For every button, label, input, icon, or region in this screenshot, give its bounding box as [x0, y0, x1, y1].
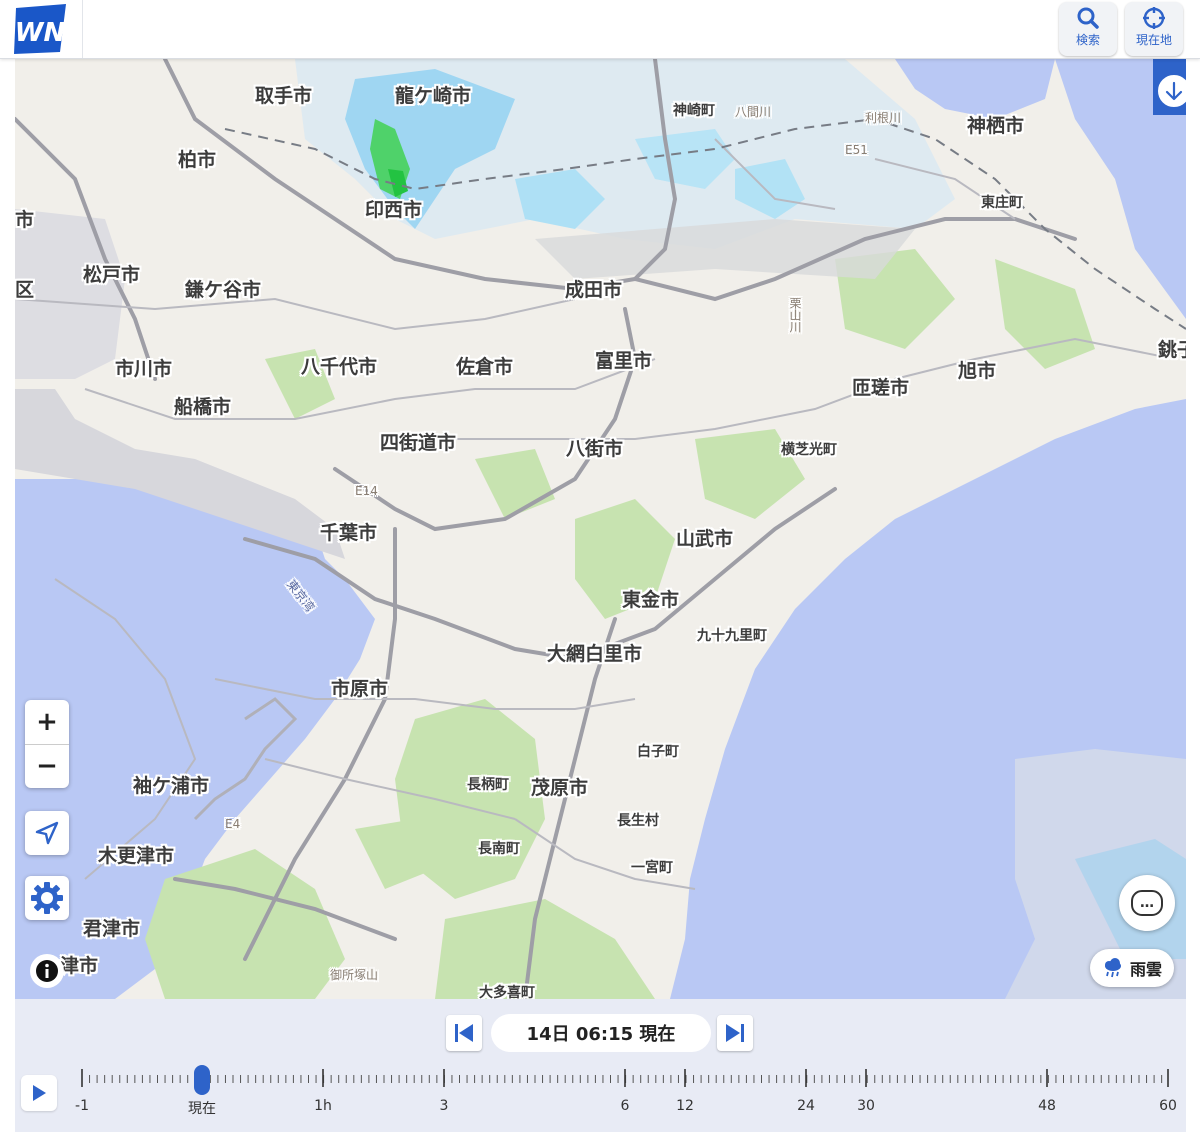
label-yotsukaido: 四街道市: [380, 432, 457, 454]
label-ichihara: 市原市: [331, 678, 389, 700]
label-route-e14: E14: [355, 484, 378, 498]
layer-label: 雨雲: [1129, 960, 1162, 979]
zoom-in-button[interactable]: +: [25, 700, 69, 745]
label-kisarazu: 木更津市: [98, 845, 175, 867]
panel-tab[interactable]: [1153, 59, 1186, 115]
timeline-scrubber[interactable]: [15, 1059, 1186, 1099]
weathernews-logo[interactable]: WN: [0, 0, 83, 58]
tick-label: 30: [857, 1098, 875, 1114]
label-route-e4: E4: [225, 817, 241, 831]
locate-me-button[interactable]: [25, 811, 69, 855]
navigation-arrow-icon: [35, 821, 59, 845]
label-tone-river: 利根川: [865, 111, 902, 125]
label-sanmu: 山武市: [676, 528, 734, 550]
label-asahi: 旭市: [958, 360, 997, 382]
label-mobara: 茂原市: [531, 777, 589, 799]
tick-label: 48: [1038, 1098, 1056, 1114]
search-label: 検索: [1075, 33, 1100, 47]
label-yachimata: 八街市: [566, 438, 624, 460]
gear-icon: [31, 882, 63, 914]
label-otaki: 大多喜町: [479, 985, 535, 999]
zoom-control: + −: [25, 700, 69, 788]
label-shirako: 白子町: [637, 744, 679, 760]
crosshair-icon: [1143, 7, 1165, 29]
label-kozaki: 神崎町: [673, 103, 715, 119]
tick-label: 12: [676, 1098, 694, 1114]
label-kujukuri: 九十九里町: [697, 628, 767, 644]
settings-button[interactable]: [25, 876, 69, 920]
info-icon: [36, 960, 58, 982]
label-inzai: 印西市: [365, 199, 423, 221]
label-togane: 東金市: [622, 589, 680, 611]
rain-cloud-icon: [1104, 958, 1121, 978]
label-tomisato: 富里市: [595, 350, 653, 372]
skip-forward-icon: [726, 1024, 744, 1042]
label-kamisu: 神栖市: [967, 115, 1025, 137]
label-higashisho: 東庄町: [981, 195, 1023, 211]
label-sodegaura: 袖ケ浦市: [133, 775, 210, 797]
label-ichikawa: 市川市: [115, 358, 173, 380]
label-kimitsu: 君津市: [83, 918, 141, 940]
label-oamishirasato: 大網白里市: [547, 643, 643, 665]
label-chonan: 長南町: [478, 841, 520, 857]
label-choshi: 銚子: [1158, 339, 1186, 361]
label-nagara: 長柄町: [467, 777, 509, 793]
current-location-button[interactable]: 現在地: [1125, 2, 1183, 56]
skip-to-end-button[interactable]: [717, 1015, 753, 1051]
label-kamagaya: 鎌ケ谷市: [185, 279, 262, 301]
info-button[interactable]: [30, 954, 64, 988]
tick-label: 1h: [314, 1098, 332, 1114]
skip-to-start-button[interactable]: [446, 1015, 482, 1051]
label-toride: 取手市: [255, 85, 313, 107]
label-matsudo: 松戸市: [83, 264, 141, 286]
label-yamagawa-river: 八間川: [735, 105, 772, 119]
label-narita: 成田市: [565, 279, 623, 301]
current-location-label: 現在地: [1135, 33, 1172, 47]
label-chiba: 千葉市: [320, 522, 378, 544]
current-time-display: 14日 06:15 現在: [491, 1014, 711, 1052]
tick-label: 3: [439, 1098, 449, 1114]
label-sakura: 佐倉市: [456, 356, 514, 378]
label-futtsu: 津市: [60, 955, 99, 977]
search-icon: [1077, 7, 1099, 29]
tick-label: 60: [1159, 1098, 1177, 1114]
label-shi-edge: 市: [15, 209, 35, 231]
label-funabashi: 船橋市: [174, 396, 232, 418]
label-ichinomiya: 一宮町: [631, 860, 673, 876]
chat-bubble-icon: …: [1131, 890, 1163, 916]
tick-label: 現在: [188, 1101, 216, 1117]
tick-label: 24: [797, 1098, 815, 1114]
label-ryugasaki: 龍ケ崎市: [395, 85, 472, 107]
timeline-thumb[interactable]: [194, 1065, 210, 1095]
label-chosei: 長生村: [617, 813, 659, 829]
rain-cloud-layer-button[interactable]: 雨雲: [1090, 949, 1174, 987]
arrow-down-icon[interactable]: [1156, 73, 1186, 109]
tick-label: 6: [620, 1098, 630, 1114]
label-yokoshibahikari: 横芝光町: [781, 442, 837, 458]
chat-button[interactable]: …: [1119, 875, 1175, 931]
app-header: WN 検索 現在地: [0, 0, 1200, 59]
rain-radar-map[interactable]: 取手市 龍ケ崎市 神崎町 八間川 利根川 神栖市 柏市 印西市 東庄町 市 松戸…: [15, 59, 1186, 999]
skip-back-icon: [455, 1024, 473, 1042]
label-yachiyo: 八千代市: [301, 356, 378, 378]
timeline-panel: 14日 06:15 現在 -1 現在 1h 3 6 12 24 30 48 60: [15, 999, 1186, 1132]
label-route-e51: E51: [845, 143, 868, 157]
label-kuri-river: 栗山川: [788, 297, 802, 333]
label-ku-edge: 区: [15, 279, 35, 301]
label-goshozuka: 御所塚山: [330, 968, 379, 982]
label-sosa: 匝瑳市: [852, 377, 910, 399]
zoom-out-button[interactable]: −: [25, 745, 69, 789]
search-button[interactable]: 検索: [1059, 2, 1117, 56]
tick-label: -1: [75, 1098, 89, 1114]
label-kashiwa: 柏市: [178, 149, 217, 171]
svg-text:WN: WN: [15, 18, 66, 48]
